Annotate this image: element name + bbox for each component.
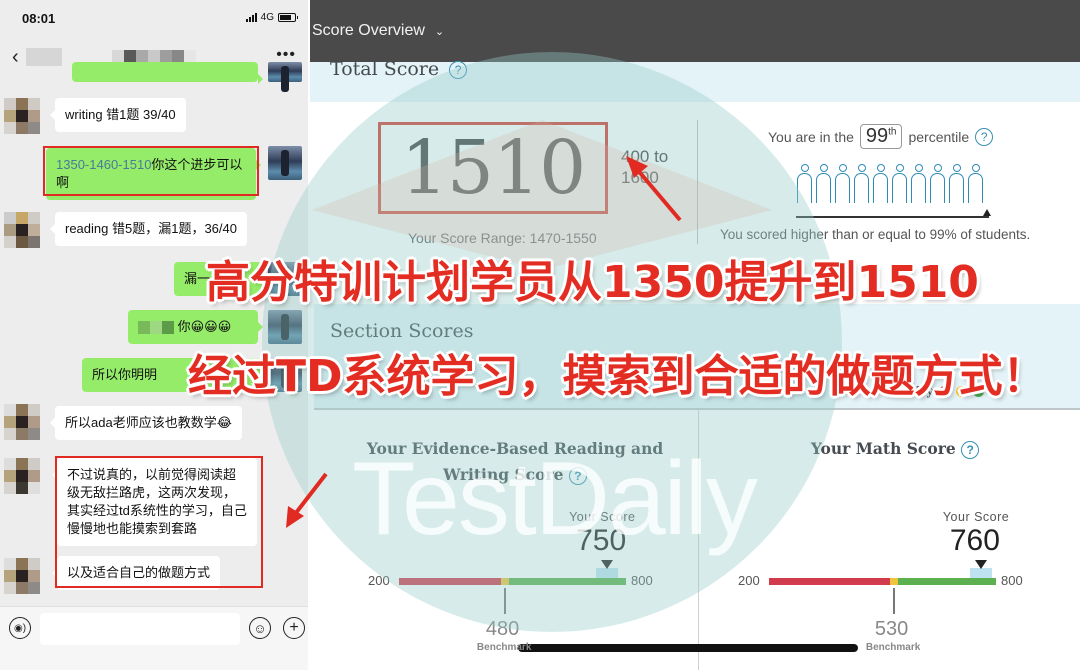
bar-near-benchmark [889,578,898,585]
report-topbar: Score Overview ⌄ [310,0,1080,62]
message-bubble: reading 错5题，漏1题，36/40 [50,212,247,246]
benchmark-label: Benchmark [476,642,532,653]
help-icon[interactable]: ? [975,127,994,146]
divider [314,408,1080,410]
status-time: 08:01 [22,11,56,26]
score-marker-band [969,568,992,578]
your-score-label: Your Score [942,510,1010,524]
score-overview-dropdown[interactable]: Score Overview ⌄ [312,22,444,40]
person-icon [929,164,946,204]
ebrw-score-title: Your Evidence-Based Reading and Writing … [366,439,664,485]
scale-min: 200 [738,573,760,588]
bar-near-benchmark [500,578,509,585]
message-input[interactable] [40,613,240,645]
avatar-contact[interactable] [4,458,40,494]
scale-max: 800 [631,573,653,588]
help-icon[interactable]: ? [568,467,587,485]
highlight-box [55,456,263,588]
percentile-line: You are in the 99th percentile ? [768,124,994,149]
avatar-contact[interactable] [4,212,40,248]
emoji-icon[interactable]: ☺ [249,617,271,639]
bar-below-benchmark [399,578,501,585]
total-score-value: 1510 [378,122,608,214]
score-marker-band [596,568,619,578]
benchmark-tick [503,588,506,614]
message-bubble: writing 错1题 39/40 [50,98,186,132]
percentile-axis [796,216,989,218]
chat-screen: 08:01 4G ‹ ••• writing 错1题 39/40 1350-14… [0,0,308,670]
percentile-badge: 99th [859,124,903,149]
network-label: 4G [260,12,274,23]
avatar-contact[interactable] [4,98,40,134]
avatar-self[interactable] [268,62,302,92]
chat-input-bar: ◉) ☺ + [0,606,308,670]
person-icon [853,164,870,204]
benchmark-value: 530 [874,618,909,640]
avatar-self[interactable] [268,310,302,344]
avatar-contact[interactable] [4,404,40,440]
score-marker-icon [601,560,614,569]
person-icon [872,164,889,204]
avatar-contact[interactable] [4,558,40,594]
avatar-self[interactable] [268,146,302,180]
signal-icon [245,13,257,22]
section-scores-title: Section Scores [330,320,474,342]
divider [697,120,698,244]
bar-above-benchmark [508,578,626,585]
percentile-marker [983,209,991,216]
caption-line-2: 经过TD系统学习，摸索到合适的做题方式！ [188,351,1047,402]
total-score-scale: 400 to 1600 [621,147,669,187]
person-icon [834,164,851,204]
caption-line-1: 高分特训计划学员从1350提升到1510 [206,257,979,308]
percentile-sentence: You scored higher than or equal to 99% o… [720,227,1031,242]
help-icon[interactable]: ? [449,61,468,79]
plus-icon[interactable]: + [283,617,305,639]
benchmark-value: 480 [485,618,520,640]
voice-icon[interactable]: ◉) [9,617,31,639]
math-score-title: Your Math Score ? [710,436,1080,462]
benchmark-label: Benchmark [865,642,921,653]
bar-below-benchmark [769,578,890,585]
help-icon[interactable]: ? [961,441,980,459]
your-score-label: Your Score [569,510,636,524]
bar-above-benchmark [897,578,996,585]
chevron-down-icon: ⌄ [434,26,445,38]
message-bubble-partial [72,62,263,84]
battery-icon [278,13,298,22]
percentile-people-graphic [796,164,984,204]
scale-max: 800 [1001,573,1023,588]
your-score-value: 760 [949,524,1000,557]
back-icon[interactable]: ‹ [12,46,19,69]
person-icon [967,164,984,204]
person-icon [948,164,965,204]
home-indicator [518,644,858,652]
total-score-title: Total Score? [330,58,468,80]
status-indicators: 4G [245,12,298,23]
highlight-box [43,146,259,196]
scale-min: 200 [368,573,390,588]
person-icon [910,164,927,204]
person-icon [891,164,908,204]
score-report: Score Overview ⌄ Total Score? 1510 400 to… [310,0,1080,670]
your-score-value: 750 [576,524,627,557]
benchmark-tick [892,588,895,614]
message-bubble: 所以ada老师应该也教数学😂 [50,406,242,440]
score-range: Your Score Range: 1470-1550 [408,230,597,246]
status-bar: 08:01 4G [0,0,308,38]
score-marker-icon [974,560,987,569]
person-icon [815,164,832,204]
blurred-unread-count [26,48,62,66]
message-bubble: 你😀😀😀 [128,310,263,344]
person-icon [796,164,813,204]
